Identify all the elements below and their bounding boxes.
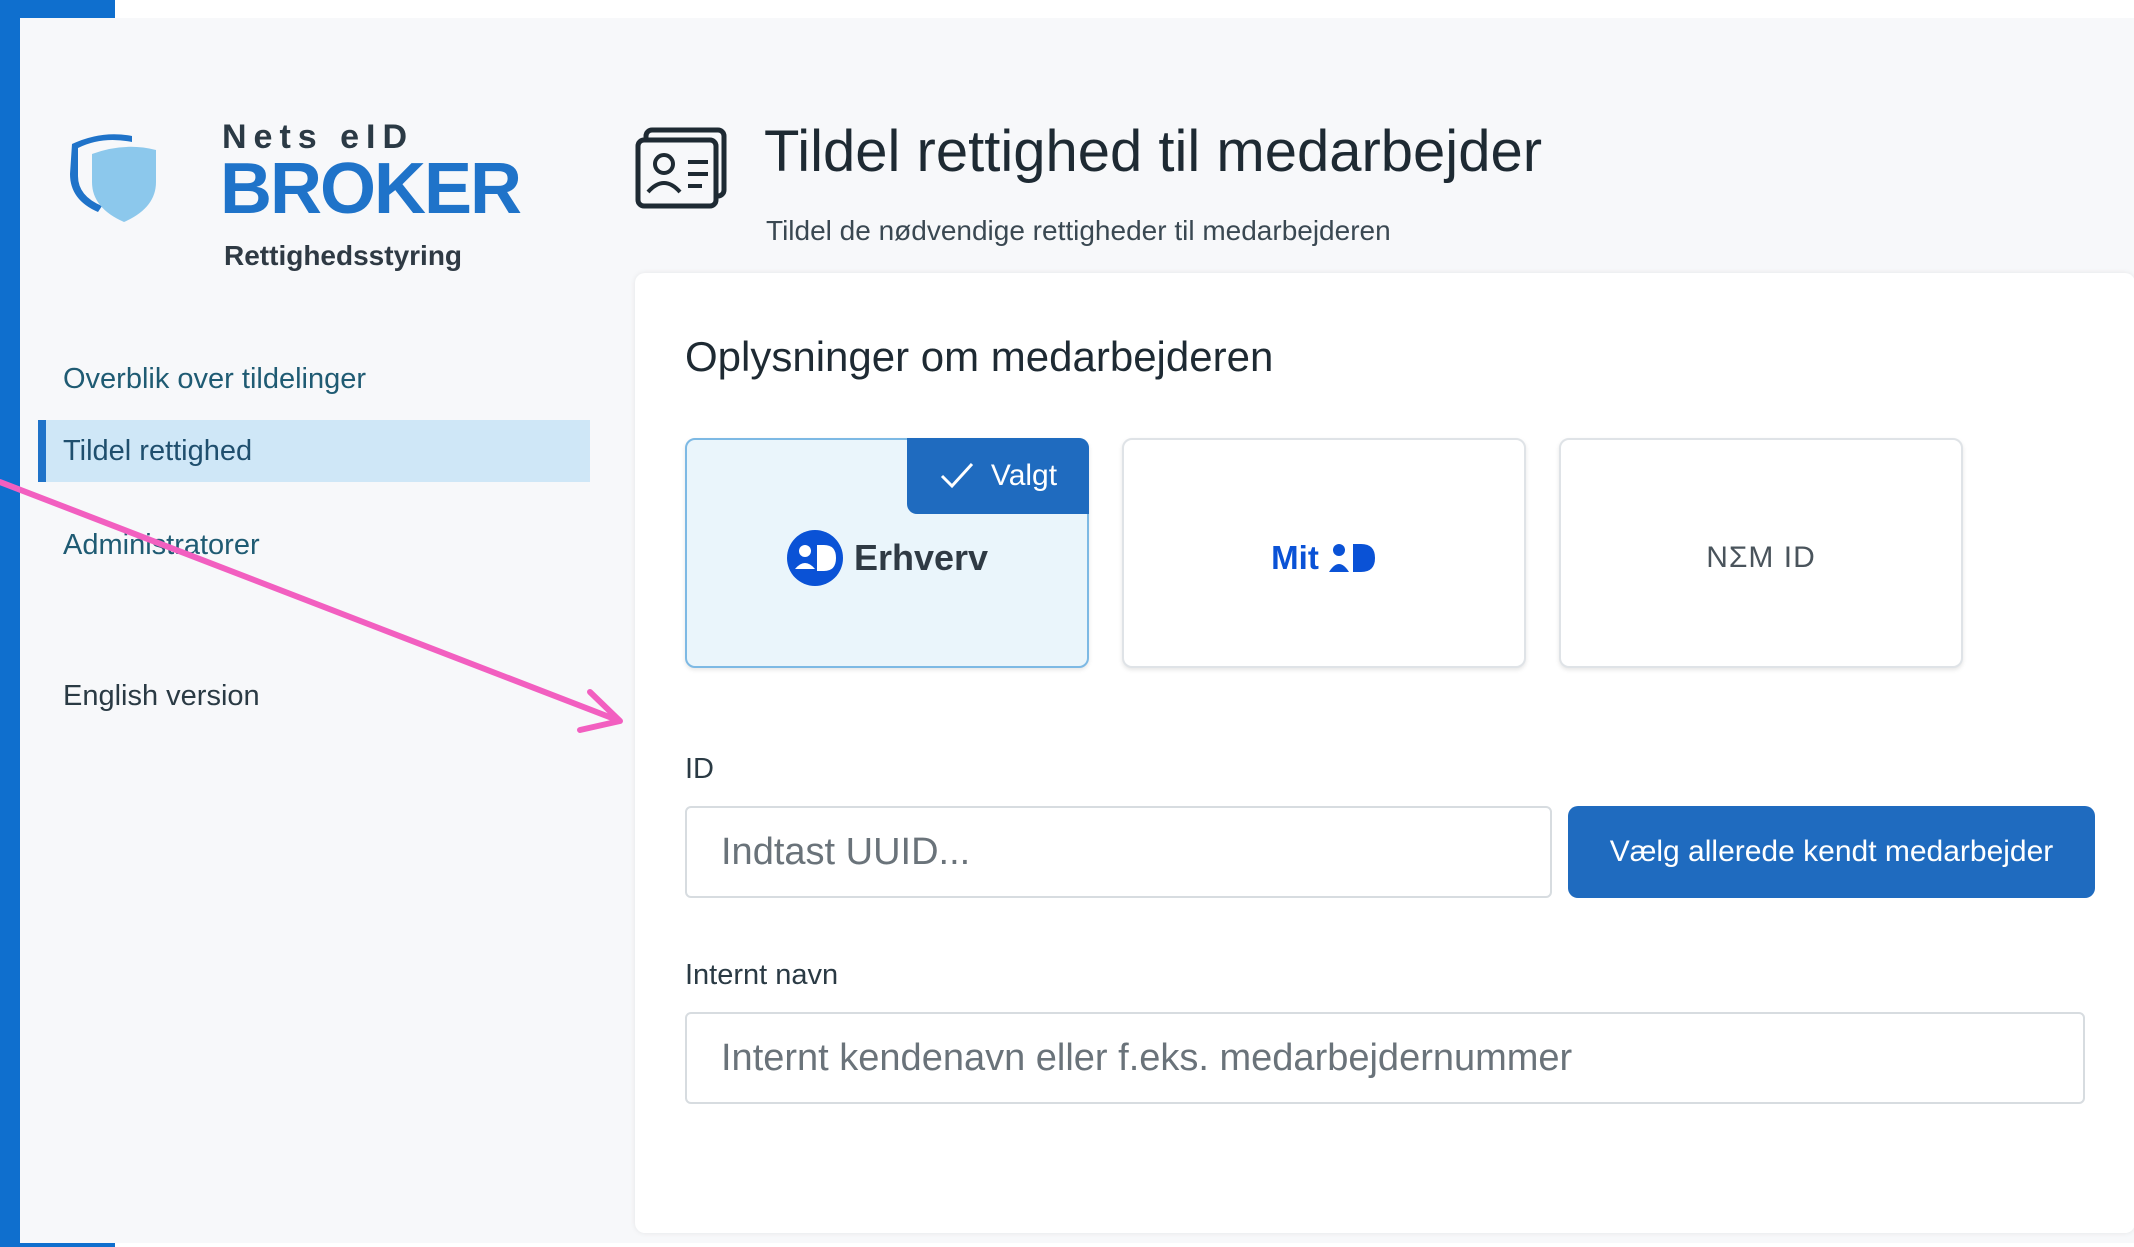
select-known-employee-button[interactable]: Vælg allerede kendt medarbejder <box>1568 806 2095 898</box>
selected-badge-label: Valgt <box>990 459 1058 492</box>
erhverv-label: Erhverv <box>853 537 989 578</box>
screenshot-frame-top <box>0 0 115 20</box>
internal-name-label: Internt navn <box>685 959 839 991</box>
page-title: Tildel rettighed til medarbejder <box>764 119 1543 184</box>
shield-logo-icon <box>70 134 156 222</box>
id-option-mitid[interactable]: Mit <box>1122 438 1526 668</box>
id-card-icon <box>635 127 727 209</box>
uuid-input[interactable] <box>685 806 1552 898</box>
sidebar-item-administrators[interactable]: Administratorer <box>38 514 590 576</box>
nemid-label: NΣM ID <box>1706 541 1816 574</box>
id-option-erhverv[interactable]: Valgt Erhverv <box>685 438 1089 668</box>
internal-name-input[interactable] <box>685 1012 2085 1104</box>
mitid-logo: Mit <box>1124 528 1524 588</box>
logo-subtitle: Rettighedsstyring <box>224 240 463 271</box>
employee-info-card: Oplysninger om medarbejderen Valgt Erhve… <box>635 273 2134 1233</box>
id-field-label: ID <box>685 753 714 785</box>
nets-eid-broker-logo[interactable]: Nets eID BROKER Rettighedsstyring <box>62 106 522 286</box>
sidebar-item-label: Tildel rettighed <box>63 435 253 467</box>
sidebar-item-overview[interactable]: Overblik over tildelinger <box>38 348 590 410</box>
id-option-nemid[interactable]: NΣM ID <box>1559 438 1963 668</box>
selected-badge: Valgt <box>907 438 1089 514</box>
page-subtitle: Tildel de nødvendige rettigheder til med… <box>766 215 1391 246</box>
mitid-circle-icon <box>786 530 843 586</box>
mitid-logo-icon <box>1328 544 1375 572</box>
screenshot-frame-left <box>0 0 20 1247</box>
sidebar-item-assign-right[interactable]: Tildel rettighed <box>38 420 590 482</box>
app-window: Nets eID BROKER Rettighedsstyring Overbl… <box>20 18 2134 1243</box>
section-title: Oplysninger om medarbejderen <box>685 333 1274 380</box>
logo-broker: BROKER <box>220 149 522 229</box>
english-version-link[interactable]: English version <box>63 680 260 713</box>
mitid-label: Mit <box>1271 539 1319 576</box>
sidebar-item-label: Overblik over tildelinger <box>63 363 367 395</box>
erhverv-logo: Erhverv <box>687 528 1087 588</box>
sidebar-nav: Overblik over tildelinger Tildel rettigh… <box>38 348 590 576</box>
nemid-logo: NΣM ID <box>1561 528 1961 588</box>
checkmark-icon <box>940 462 974 489</box>
sidebar-item-label: Administratorer <box>63 529 260 561</box>
